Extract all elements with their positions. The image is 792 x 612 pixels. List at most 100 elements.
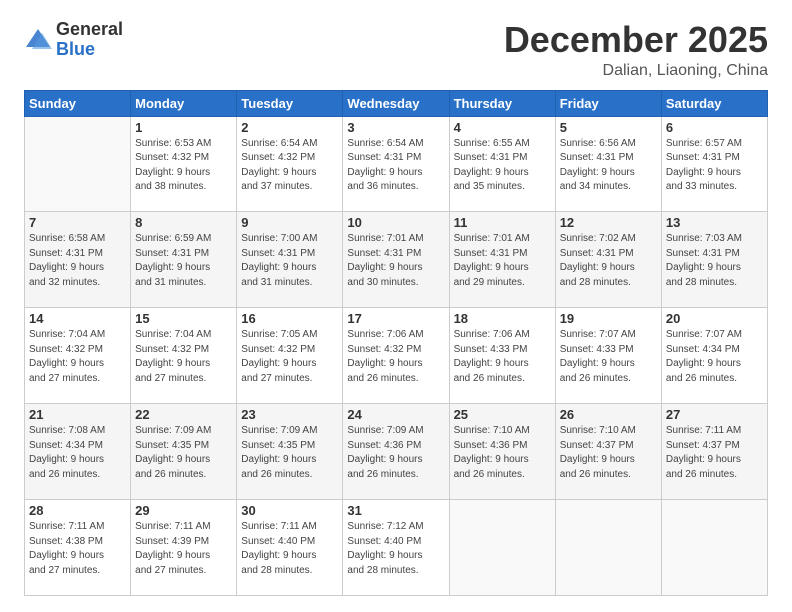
day-info: Sunrise: 7:05 AM Sunset: 4:32 PM Dayligh… (241, 328, 338, 386)
calendar-cell: 25Sunrise: 7:10 AM Sunset: 4:36 PM Dayli… (449, 404, 555, 500)
calendar-cell (25, 116, 131, 212)
logo: General Blue (24, 20, 123, 60)
week-row-5: 28 Sunrise: 7:11 AM Sunset: 4:38 PM Dayli… (25, 500, 768, 596)
day-info: Sunrise: 7:11 AM Sunset: 4:39 PM Dayligh… (135, 520, 232, 578)
weekday-header-row: Sunday Monday Tuesday Wednesday Thursday… (25, 90, 768, 116)
day-number: 18 (454, 311, 551, 326)
day-number: 8 (135, 215, 232, 230)
day-info: Sunrise: 6:58 AM Sunset: 4:31 PM Dayligh… (29, 232, 126, 290)
calendar-cell: 26 Sunrise: 7:10 AM Sunset: 4:37 PM Dayli… (555, 404, 661, 500)
day-info: Sunrise: 7:00 AM Sunset: 4:31 PM Dayligh… (241, 232, 338, 290)
title-block: December 2025 Dalian, Liaoning, China (504, 20, 768, 80)
day-number: 26 (560, 407, 657, 422)
day-number: 7 (29, 215, 126, 230)
calendar-cell (555, 500, 661, 596)
header-monday: Monday (131, 90, 237, 116)
month-title: December 2025 (504, 20, 768, 60)
calendar-cell (449, 500, 555, 596)
calendar-cell: 2 Sunrise: 6:54 AM Sunset: 4:32 PM Daylig… (237, 116, 343, 212)
day-number: 16 (241, 311, 338, 326)
day-number: 10 (347, 215, 444, 230)
calendar-cell: 23 Sunrise: 7:09 AM Sunset: 4:35 PM Dayli… (237, 404, 343, 500)
day-info: Sunrise: 7:11 AM Sunset: 4:40 PM Dayligh… (241, 520, 338, 578)
day-number: 27 (666, 407, 763, 422)
day-info: Sunrise: 7:10 AM Sunset: 4:37 PM Dayligh… (560, 424, 657, 482)
day-info: Sunrise: 6:54 AM Sunset: 4:32 PM Dayligh… (241, 137, 338, 195)
week-row-1: 1Sunrise: 6:53 AM Sunset: 4:32 PM Daylig… (25, 116, 768, 212)
calendar-cell: 3 Sunrise: 6:54 AM Sunset: 4:31 PM Daylig… (343, 116, 449, 212)
day-info: Sunrise: 6:55 AM Sunset: 4:31 PM Dayligh… (454, 137, 551, 195)
day-info: Sunrise: 7:02 AM Sunset: 4:31 PM Dayligh… (560, 232, 657, 290)
day-info: Sunrise: 6:57 AM Sunset: 4:31 PM Dayligh… (666, 137, 763, 195)
day-info: Sunrise: 7:07 AM Sunset: 4:33 PM Dayligh… (560, 328, 657, 386)
calendar-cell: 22Sunrise: 7:09 AM Sunset: 4:35 PM Dayli… (131, 404, 237, 500)
calendar-cell: 30 Sunrise: 7:11 AM Sunset: 4:40 PM Dayli… (237, 500, 343, 596)
calendar-cell: 27 Sunrise: 7:11 AM Sunset: 4:37 PM Dayli… (661, 404, 767, 500)
week-row-4: 21 Sunrise: 7:08 AM Sunset: 4:34 PM Dayli… (25, 404, 768, 500)
calendar-cell: 11 Sunrise: 7:01 AM Sunset: 4:31 PM Dayli… (449, 212, 555, 308)
day-info: Sunrise: 7:09 AM Sunset: 4:35 PM Dayligh… (135, 424, 232, 482)
calendar-table: Sunday Monday Tuesday Wednesday Thursday… (24, 90, 768, 596)
header-saturday: Saturday (661, 90, 767, 116)
day-number: 30 (241, 503, 338, 518)
day-info: Sunrise: 7:11 AM Sunset: 4:37 PM Dayligh… (666, 424, 763, 482)
header-sunday: Sunday (25, 90, 131, 116)
calendar-cell: 1Sunrise: 6:53 AM Sunset: 4:32 PM Daylig… (131, 116, 237, 212)
day-number: 14 (29, 311, 126, 326)
header-thursday: Thursday (449, 90, 555, 116)
day-info: Sunrise: 7:12 AM Sunset: 4:40 PM Dayligh… (347, 520, 444, 578)
calendar-cell: 16 Sunrise: 7:05 AM Sunset: 4:32 PM Dayli… (237, 308, 343, 404)
day-info: Sunrise: 7:04 AM Sunset: 4:32 PM Dayligh… (135, 328, 232, 386)
calendar-cell: 5Sunrise: 6:56 AM Sunset: 4:31 PM Daylig… (555, 116, 661, 212)
calendar-cell: 12 Sunrise: 7:02 AM Sunset: 4:31 PM Dayli… (555, 212, 661, 308)
day-number: 28 (29, 503, 126, 518)
day-number: 13 (666, 215, 763, 230)
calendar-cell: 4 Sunrise: 6:55 AM Sunset: 4:31 PM Daylig… (449, 116, 555, 212)
calendar-cell: 21 Sunrise: 7:08 AM Sunset: 4:34 PM Dayli… (25, 404, 131, 500)
day-number: 19 (560, 311, 657, 326)
day-number: 3 (347, 120, 444, 135)
day-number: 23 (241, 407, 338, 422)
logo-general-text: General (56, 20, 123, 40)
header-tuesday: Tuesday (237, 90, 343, 116)
calendar-cell: 31 Sunrise: 7:12 AM Sunset: 4:40 PM Dayli… (343, 500, 449, 596)
day-info: Sunrise: 7:04 AM Sunset: 4:32 PM Dayligh… (29, 328, 126, 386)
calendar-cell: 20 Sunrise: 7:07 AM Sunset: 4:34 PM Dayli… (661, 308, 767, 404)
day-number: 31 (347, 503, 444, 518)
day-number: 6 (666, 120, 763, 135)
day-number: 24 (347, 407, 444, 422)
day-info: Sunrise: 7:01 AM Sunset: 4:31 PM Dayligh… (454, 232, 551, 290)
calendar-cell: 17Sunrise: 7:06 AM Sunset: 4:32 PM Dayli… (343, 308, 449, 404)
day-info: Sunrise: 7:09 AM Sunset: 4:35 PM Dayligh… (241, 424, 338, 482)
day-info: Sunrise: 7:09 AM Sunset: 4:36 PM Dayligh… (347, 424, 444, 482)
calendar-cell: 29 Sunrise: 7:11 AM Sunset: 4:39 PM Dayli… (131, 500, 237, 596)
day-info: Sunrise: 6:59 AM Sunset: 4:31 PM Dayligh… (135, 232, 232, 290)
calendar-cell: 18Sunrise: 7:06 AM Sunset: 4:33 PM Dayli… (449, 308, 555, 404)
day-number: 9 (241, 215, 338, 230)
day-info: Sunrise: 7:10 AM Sunset: 4:36 PM Dayligh… (454, 424, 551, 482)
day-number: 15 (135, 311, 232, 326)
day-number: 17 (347, 311, 444, 326)
day-number: 1 (135, 120, 232, 135)
day-info: Sunrise: 7:03 AM Sunset: 4:31 PM Dayligh… (666, 232, 763, 290)
logo-text: General Blue (56, 20, 123, 60)
day-info: Sunrise: 7:08 AM Sunset: 4:34 PM Dayligh… (29, 424, 126, 482)
day-number: 2 (241, 120, 338, 135)
day-number: 12 (560, 215, 657, 230)
calendar-cell: 9 Sunrise: 7:00 AM Sunset: 4:31 PM Daylig… (237, 212, 343, 308)
calendar-cell: 7 Sunrise: 6:58 AM Sunset: 4:31 PM Daylig… (25, 212, 131, 308)
header: General Blue December 2025 Dalian, Liaon… (24, 20, 768, 80)
day-number: 21 (29, 407, 126, 422)
calendar-cell: 6 Sunrise: 6:57 AM Sunset: 4:31 PM Daylig… (661, 116, 767, 212)
day-number: 29 (135, 503, 232, 518)
day-number: 5 (560, 120, 657, 135)
day-info: Sunrise: 7:07 AM Sunset: 4:34 PM Dayligh… (666, 328, 763, 386)
day-info: Sunrise: 7:11 AM Sunset: 4:38 PM Dayligh… (29, 520, 126, 578)
day-number: 11 (454, 215, 551, 230)
day-number: 20 (666, 311, 763, 326)
day-number: 4 (454, 120, 551, 135)
calendar-cell: 10Sunrise: 7:01 AM Sunset: 4:31 PM Dayli… (343, 212, 449, 308)
day-info: Sunrise: 6:54 AM Sunset: 4:31 PM Dayligh… (347, 137, 444, 195)
calendar-cell: 14 Sunrise: 7:04 AM Sunset: 4:32 PM Dayli… (25, 308, 131, 404)
header-friday: Friday (555, 90, 661, 116)
